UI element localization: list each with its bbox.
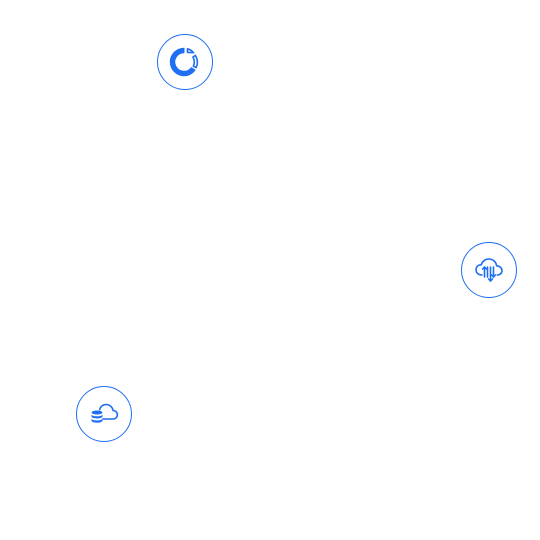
cloud-database-badge[interactable] (76, 386, 132, 442)
cloud-database-icon (91, 403, 119, 423)
pie-chart-icon (169, 47, 199, 77)
cloud-transfer-icon (475, 258, 503, 282)
pie-chart-badge[interactable] (157, 34, 213, 90)
cloud-transfer-badge[interactable] (461, 242, 517, 298)
